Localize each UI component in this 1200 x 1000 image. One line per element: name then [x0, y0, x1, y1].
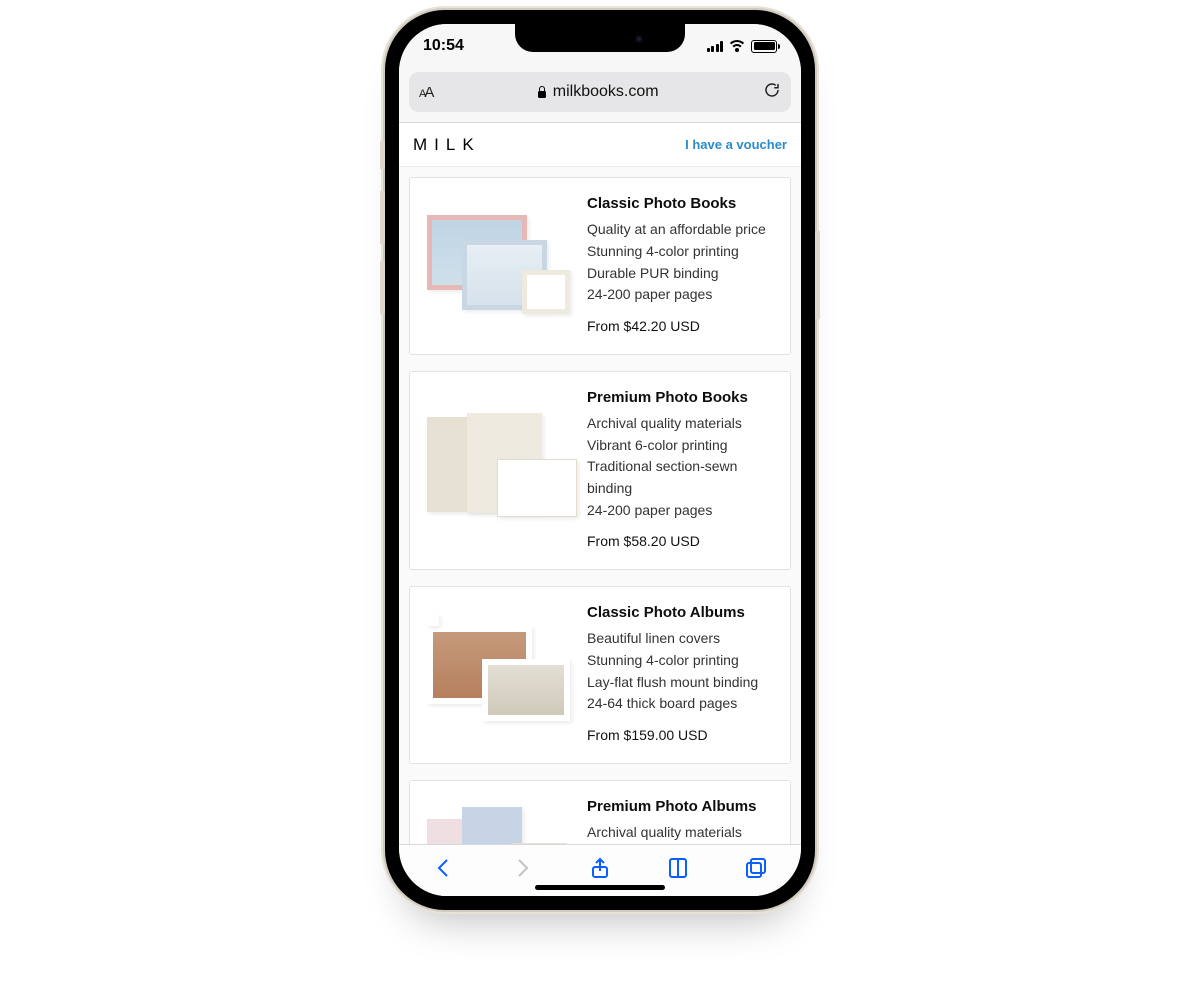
- voucher-link[interactable]: I have a voucher: [685, 137, 787, 152]
- wifi-icon: [729, 40, 745, 52]
- webpage-viewport[interactable]: MILK I have a voucher Classic Photo Book…: [399, 123, 801, 844]
- product-card[interactable]: Premium Photo Albums Archival quality mat…: [409, 780, 791, 844]
- product-card[interactable]: Classic Photo Books Quality at an afforda…: [409, 177, 791, 355]
- home-indicator[interactable]: [535, 885, 665, 890]
- notch: [515, 24, 685, 52]
- product-bullet: 24-200 paper pages: [587, 500, 776, 522]
- product-bullet: Archival quality materials: [587, 822, 776, 844]
- product-title: Classic Photo Books: [587, 192, 776, 215]
- product-bullet: Lay-flat flush mount binding: [587, 672, 776, 694]
- product-bullet: Quality at an affordable price: [587, 219, 776, 241]
- reader-textsize-button[interactable]: AA: [419, 84, 432, 101]
- product-info: Classic Photo Books Quality at an afforda…: [587, 192, 776, 338]
- product-bullet: 24-64 thick board pages: [587, 693, 776, 715]
- product-card[interactable]: Premium Photo Books Archival quality mate…: [409, 371, 791, 570]
- product-title: Premium Photo Books: [587, 386, 776, 409]
- product-bullet: Durable PUR binding: [587, 263, 776, 285]
- product-bullet: Stunning 4-color printing: [587, 241, 776, 263]
- product-thumbnail: [424, 386, 579, 553]
- brand-logo[interactable]: MILK: [413, 135, 481, 155]
- safari-address-bar[interactable]: AA milkbooks.com: [409, 72, 791, 112]
- forward-button: [500, 848, 544, 888]
- product-bullet: Stunning 4-color printing: [587, 650, 776, 672]
- status-time: 10:54: [423, 37, 464, 55]
- product-thumbnail: [424, 795, 579, 844]
- product-bullet: Traditional section-sewn binding: [587, 456, 776, 499]
- product-price: From $42.20 USD: [587, 316, 776, 338]
- volume-up-button: [380, 190, 385, 245]
- product-info: Premium Photo Albums Archival quality mat…: [587, 795, 776, 844]
- tabs-button[interactable]: [734, 848, 778, 888]
- address-url[interactable]: milkbooks.com: [438, 83, 757, 101]
- cellular-signal-icon: [707, 40, 724, 52]
- product-thumbnail: [424, 192, 579, 338]
- product-bullet: 24-200 paper pages: [587, 284, 776, 306]
- phone-screen: 10:54 AA milkbooks.com: [399, 24, 801, 896]
- reload-button[interactable]: [763, 81, 781, 104]
- product-title: Classic Photo Albums: [587, 601, 776, 624]
- product-list[interactable]: Classic Photo Books Quality at an afforda…: [399, 167, 801, 844]
- product-card[interactable]: Classic Photo Albums Beautiful linen cove…: [409, 586, 791, 764]
- volume-down-button: [380, 260, 385, 315]
- back-button[interactable]: [422, 848, 466, 888]
- product-thumbnail: [424, 601, 579, 747]
- power-button: [815, 230, 820, 320]
- safari-chrome-top: AA milkbooks.com: [399, 68, 801, 123]
- product-bullet: Beautiful linen covers: [587, 628, 776, 650]
- lock-icon: [537, 86, 547, 98]
- battery-icon: [751, 40, 777, 53]
- product-bullet: Vibrant 6-color printing: [587, 435, 776, 457]
- product-info: Classic Photo Albums Beautiful linen cove…: [587, 601, 776, 747]
- bookmarks-button[interactable]: [656, 848, 700, 888]
- product-info: Premium Photo Books Archival quality mate…: [587, 386, 776, 553]
- product-title: Premium Photo Albums: [587, 795, 776, 818]
- site-header: MILK I have a voucher: [399, 123, 801, 167]
- product-bullet: Archival quality materials: [587, 413, 776, 435]
- share-button[interactable]: [578, 848, 622, 888]
- address-domain: milkbooks.com: [553, 83, 659, 101]
- product-price: From $159.00 USD: [587, 725, 776, 747]
- product-price: From $58.20 USD: [587, 531, 776, 553]
- mute-switch: [380, 140, 385, 170]
- iphone-device-frame: 10:54 AA milkbooks.com: [385, 10, 815, 910]
